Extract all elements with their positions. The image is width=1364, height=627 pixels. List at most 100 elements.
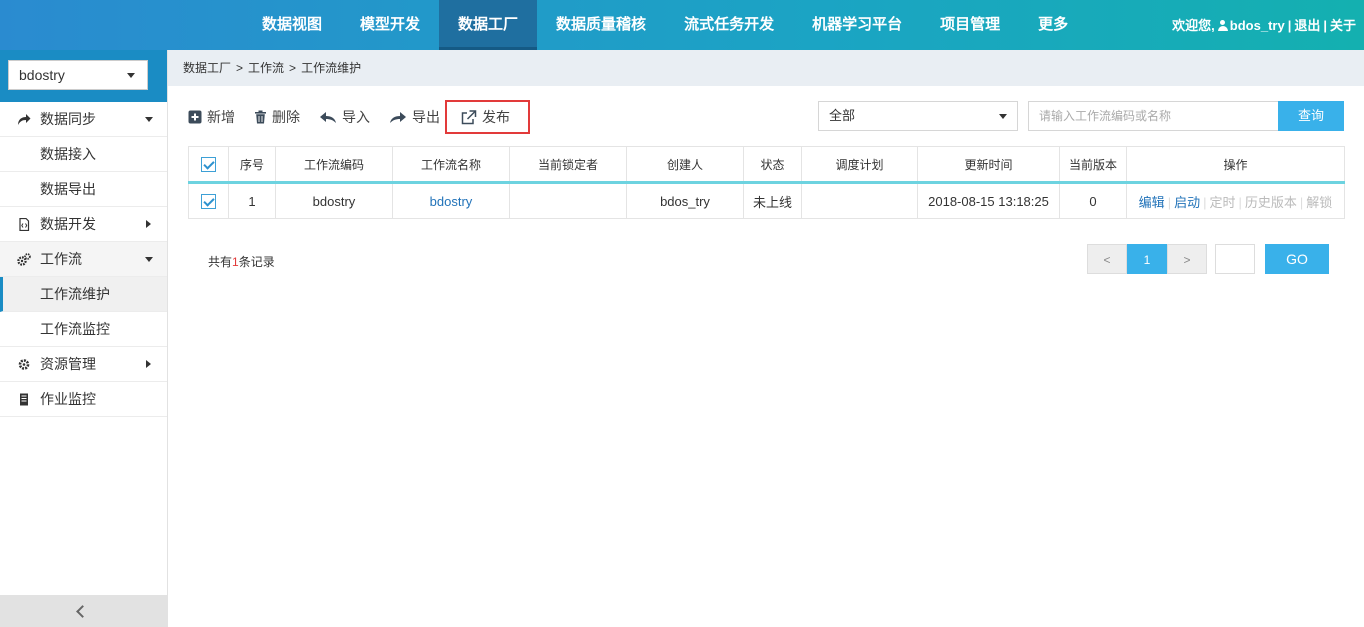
export-button[interactable]: 导出: [389, 102, 440, 132]
record-count-number: 1: [232, 255, 239, 269]
export-button-label: 导出: [412, 109, 440, 125]
column-header: 工作流编码: [275, 146, 393, 184]
nav-stream-task[interactable]: 流式任务开发: [665, 0, 793, 50]
column-header: 序号: [228, 146, 276, 184]
breadcrumb: 数据工厂 > 工作流 > 工作流维护: [168, 50, 1364, 86]
add-button[interactable]: 新增: [188, 102, 235, 132]
add-button-label: 新增: [207, 109, 235, 125]
action-divider: |: [1238, 194, 1242, 210]
next-page-button[interactable]: >: [1167, 244, 1207, 274]
top-navbar: 数据视图 模型开发 数据工厂 数据质量稽核 流式任务开发 机器学习平台 项目管理…: [0, 0, 1364, 50]
cell-updated: 2018-08-15 13:18:25: [917, 182, 1060, 219]
nav-ml-platform[interactable]: 机器学习平台: [793, 0, 921, 50]
sidebar-item-workflow[interactable]: 工作流: [0, 242, 167, 277]
breadcrumb-separator: >: [289, 61, 297, 75]
action-divider: |: [1203, 194, 1207, 210]
schedule-action[interactable]: 定时: [1209, 195, 1235, 210]
about-link[interactable]: 关于: [1330, 18, 1356, 33]
gear-icon: [18, 359, 30, 370]
chevron-right-icon: [146, 220, 151, 228]
sidebar-item-job-monitor[interactable]: 作业监控: [0, 382, 167, 417]
sidebar-item-label: 工作流维护: [40, 286, 110, 302]
publish-button[interactable]: 发布: [445, 100, 530, 134]
import-button-label: 导入: [342, 109, 370, 125]
delete-button[interactable]: 删除: [254, 102, 300, 132]
prev-page-button[interactable]: <: [1087, 244, 1127, 274]
table-row: 1 bdostry bdostry bdos_try 未上线 2018-08-1…: [188, 182, 1345, 219]
select-all-checkbox[interactable]: [201, 156, 216, 172]
nav-data-factory[interactable]: 数据工厂: [439, 0, 538, 50]
edit-action[interactable]: 编辑: [1139, 195, 1165, 210]
document-icon: [20, 393, 28, 406]
sidebar-item-data-ingest[interactable]: 数据接入: [0, 137, 167, 172]
action-divider: |: [1299, 194, 1304, 210]
sidebar-item-label: 数据接入: [40, 146, 96, 162]
record-count-prefix: 共有: [208, 255, 233, 269]
nav-data-view[interactable]: 数据视图: [243, 0, 341, 50]
cell-creator: bdos_try: [626, 182, 744, 219]
pagination: < 1 >: [1087, 244, 1207, 274]
project-select-value: bdostry: [19, 67, 65, 83]
sidebar-item-resource-mgmt[interactable]: 资源管理: [0, 347, 167, 382]
table-header-row: 序号 工作流编码 工作流名称 当前锁定者 创建人 状态 调度计划 更新时间 当前…: [188, 146, 1345, 184]
sidebar-item-workflow-maintain[interactable]: 工作流维护: [0, 277, 167, 312]
sidebar-item-data-sync[interactable]: 数据同步: [0, 102, 167, 137]
column-header: 状态: [743, 146, 802, 184]
record-count-suffix: 条记录: [238, 255, 275, 269]
breadcrumb-item: 工作流维护: [301, 61, 362, 75]
nav-project-mgmt[interactable]: 项目管理: [921, 0, 1019, 50]
code-file-icon: [19, 218, 30, 231]
chevron-down-icon: [145, 257, 153, 262]
status-filter-value: 全部: [829, 108, 856, 123]
sidebar-item-workflow-monitor[interactable]: 工作流监控: [0, 312, 167, 347]
breadcrumb-item[interactable]: 工作流: [248, 61, 284, 75]
go-button[interactable]: GO: [1265, 244, 1329, 274]
chevron-down-icon: [127, 73, 135, 78]
main-menu: 数据视图 模型开发 数据工厂 数据质量稽核 流式任务开发 机器学习平台 项目管理…: [243, 0, 1087, 50]
sidebar-item-label: 资源管理: [40, 356, 96, 372]
page-number-button[interactable]: 1: [1127, 244, 1167, 274]
sidebar-item-data-dev[interactable]: 数据开发: [0, 207, 167, 242]
user-area: 欢迎您, bdos_try | 退出 | 关于: [1172, 0, 1356, 50]
column-header: 当前版本: [1059, 146, 1127, 184]
chevron-down-icon: [145, 117, 153, 122]
sidebar-item-data-export[interactable]: 数据导出: [0, 172, 167, 207]
sidebar-collapse-button[interactable]: [0, 595, 167, 627]
status-filter-select[interactable]: 全部: [818, 101, 1018, 131]
logout-link[interactable]: 退出: [1294, 18, 1320, 33]
sidebar: bdostry 数据同步 数据接入 数据导出 数据开发 工作流 工作流维护 工作…: [0, 50, 168, 627]
cell-version: 0: [1059, 182, 1127, 219]
cell-actions: 编辑 | 启动 | 定时 | 历史版本 | 解锁: [1126, 182, 1345, 219]
action-divider: |: [1167, 194, 1172, 210]
unlock-action[interactable]: 解锁: [1306, 195, 1332, 210]
column-header: 创建人: [626, 146, 744, 184]
reply-arrow-icon: [320, 111, 336, 123]
select-all-cell: [188, 146, 229, 184]
sidebar-item-label: 数据同步: [40, 111, 96, 127]
history-version-action[interactable]: 历史版本: [1245, 195, 1297, 210]
username: bdos_try: [1229, 18, 1285, 33]
trash-icon: [255, 110, 266, 124]
publish-button-label: 发布: [482, 109, 510, 125]
workflow-name-link[interactable]: bdostry: [430, 194, 473, 209]
project-select[interactable]: bdostry: [8, 60, 148, 90]
sidebar-item-label: 数据导出: [40, 181, 96, 197]
share-arrow-icon: [18, 114, 31, 125]
record-count: 共有1条记录: [208, 253, 275, 270]
search-button[interactable]: 查询: [1278, 101, 1344, 131]
import-button[interactable]: 导入: [319, 102, 370, 132]
sidebar-item-label: 工作流: [40, 251, 82, 267]
project-select-area: bdostry: [0, 50, 167, 102]
page-jump-input[interactable]: [1215, 244, 1255, 274]
nav-model-dev[interactable]: 模型开发: [341, 0, 439, 50]
toolbar: 新增 删除 导入 导出 发布: [188, 100, 549, 134]
external-link-icon: [461, 109, 477, 124]
cell-locker: [509, 182, 627, 219]
start-action[interactable]: 启动: [1174, 195, 1200, 210]
nav-data-quality[interactable]: 数据质量稽核: [537, 0, 665, 50]
nav-more[interactable]: 更多: [1019, 0, 1087, 50]
search-input[interactable]: [1028, 101, 1279, 131]
row-checkbox[interactable]: [201, 194, 216, 210]
sidebar-item-label: 作业监控: [40, 391, 96, 407]
breadcrumb-item[interactable]: 数据工厂: [183, 61, 231, 75]
